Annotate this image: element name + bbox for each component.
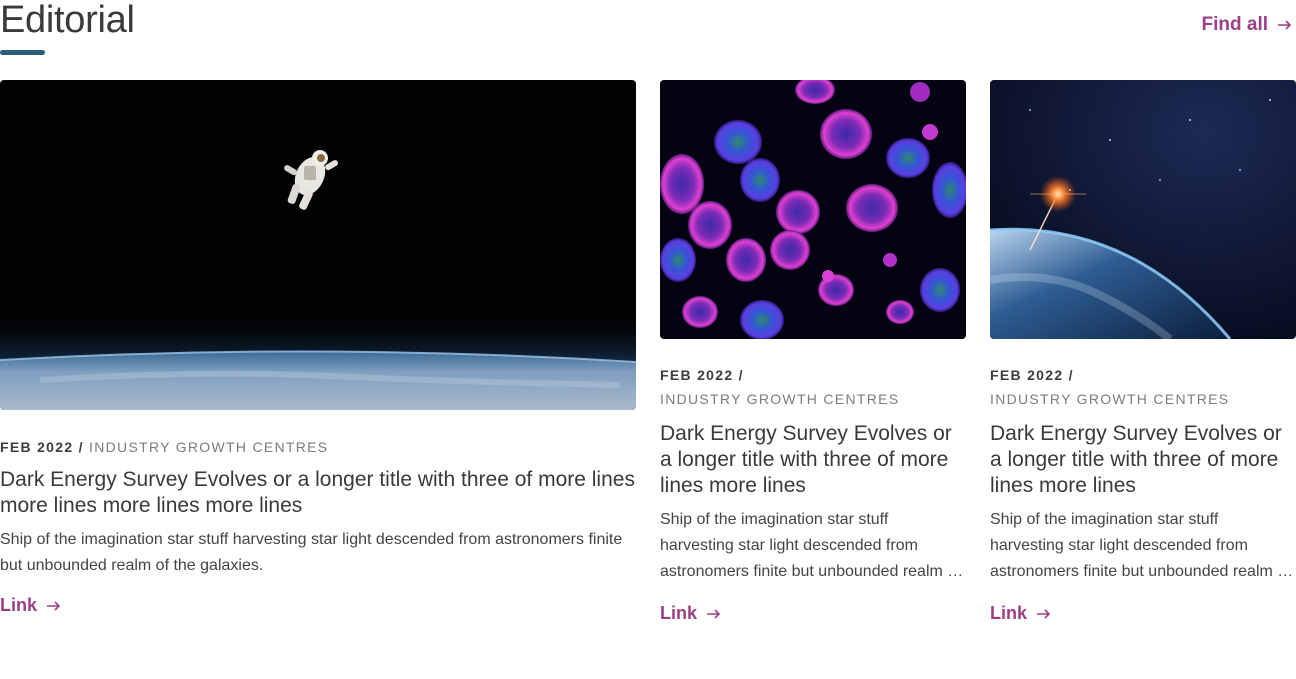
card-meta: FEB 2022 / INDUSTRY GROWTH CENTRES [660,363,966,411]
card-link[interactable]: Link [990,603,1051,624]
section-title: Editorial [0,0,135,41]
card-date: FEB 2022 [660,367,734,383]
title-underline [0,50,45,55]
card-description: Ship of the imagination star stuff harve… [0,531,623,574]
card-image-cells[interactable] [660,80,966,339]
arrow-right-icon [47,600,61,611]
card-meta: FEB 2022 / INDUSTRY GROWTH CENTRES [990,363,1296,411]
card-link-label: Link [0,595,38,615]
astronaut-image [0,80,636,410]
cells-image [660,80,966,339]
meta-separator: / [78,439,84,455]
editorial-card-featured[interactable]: FEB 2022 / INDUSTRY GROWTH CENTRES Dark … [0,80,636,616]
card-link[interactable]: Link [0,595,61,616]
card-image-earth[interactable] [990,80,1296,339]
meta-separator: / [1068,367,1074,383]
editorial-card[interactable]: FEB 2022 / INDUSTRY GROWTH CENTRES Dark … [990,80,1296,624]
card-meta: FEB 2022 / INDUSTRY GROWTH CENTRES [0,435,636,459]
find-all-link[interactable]: Find all [1202,14,1293,36]
earth-flare-image [990,80,1296,339]
card-category[interactable]: INDUSTRY GROWTH CENTRES [990,391,1229,407]
editorial-card[interactable]: FEB 2022 / INDUSTRY GROWTH CENTRES Dark … [660,80,966,624]
arrow-right-icon [1037,608,1051,619]
card-category[interactable]: INDUSTRY GROWTH CENTRES [89,439,328,455]
card-image-astronaut[interactable] [0,80,636,410]
card-title[interactable]: Dark Energy Survey Evolves or a longer t… [990,421,1296,499]
card-title[interactable]: Dark Energy Survey Evolves or a longer t… [0,467,636,519]
meta-separator: / [738,367,744,383]
arrow-right-icon [707,608,721,619]
card-date: FEB 2022 [0,439,74,455]
card-link-label: Link [660,603,698,623]
card-date: FEB 2022 [990,367,1064,383]
find-all-label: Find all [1201,14,1269,35]
card-description: Ship of the imagination star stuff harve… [990,511,1291,580]
card-description: Ship of the imagination star stuff harve… [660,511,961,580]
card-link-label: Link [990,603,1028,623]
card-title[interactable]: Dark Energy Survey Evolves or a longer t… [660,421,966,499]
card-link[interactable]: Link [660,603,721,624]
card-category[interactable]: INDUSTRY GROWTH CENTRES [660,391,899,407]
arrow-right-icon [1278,20,1292,30]
